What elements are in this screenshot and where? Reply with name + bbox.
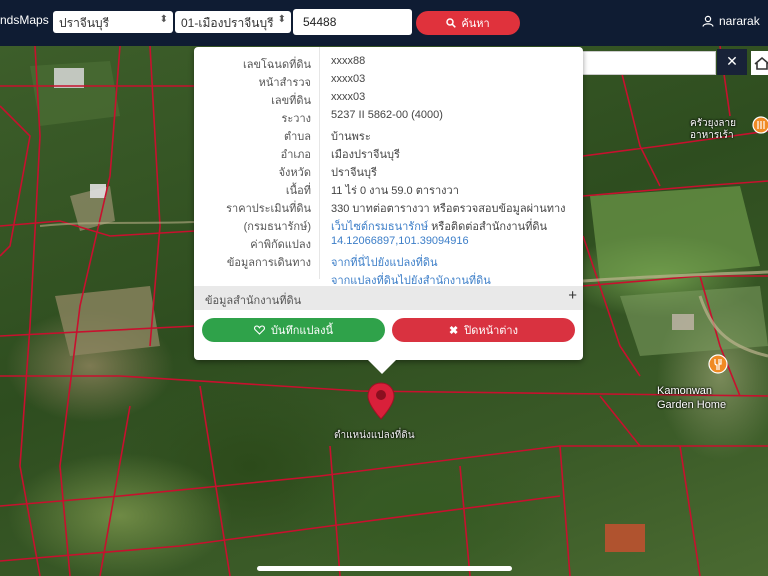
home-button[interactable] <box>751 51 768 75</box>
top-navbar: ndsMaps ปราจีนบุรี ⬍ 01-เมืองปราจีนบุรี … <box>0 0 768 46</box>
info-row-appraisal: ราคาประเมินที่ดิน 330 บาทต่อตารางวา หรือ… <box>194 197 583 215</box>
land-office-section-label: ข้อมูลสำนักงานที่ดิน <box>205 295 302 307</box>
parcel-info-popup: เลขโฉนดที่ดิน xxxx88 หน้าสำรวจ xxxx03 เล… <box>194 47 583 374</box>
user-name: nararak <box>719 14 760 28</box>
close-icon: ✕ <box>726 54 738 70</box>
info-row-survey-page: หน้าสำรวจ xxxx03 <box>194 71 583 89</box>
search-icon <box>446 18 457 28</box>
user-icon <box>702 15 714 27</box>
land-office-section-toggle[interactable]: ข้อมูลสำนักงานที่ดิน + <box>194 286 583 310</box>
info-row-land-number: เลขที่ดิน xxxx03 <box>194 89 583 107</box>
info-row-area: เนื้อที่ 11 ไร่ 0 งาน 59.0 ตารางวา <box>194 179 583 197</box>
info-row-travel: ข้อมูลการเดินทาง จากที่นี่ไปยังแปลงที่ดิ… <box>194 251 583 269</box>
parcel-number-input[interactable] <box>293 9 412 35</box>
user-menu[interactable]: nararak <box>702 14 760 28</box>
restaurant-icon[interactable] <box>752 116 768 138</box>
info-row-province: จังหวัด ปราจีนบุรี <box>194 161 583 179</box>
save-parcel-label: บันทึกแปลงนี้ <box>270 325 334 337</box>
parcel-info-table: เลขโฉนดที่ดิน xxxx88 หน้าสำรวจ xxxx03 เล… <box>194 53 583 287</box>
search-button[interactable]: ค้นหา <box>416 11 520 35</box>
info-value: xxxx03 <box>331 91 366 103</box>
coordinates-link[interactable]: 14.12066897,101.39094916 <box>331 235 469 247</box>
map-label-line: ครัวยุงลาย <box>690 118 737 129</box>
save-parcel-button[interactable]: บันทึกแปลงนี้ <box>202 318 385 342</box>
chevron-icon: ⬍ <box>277 14 286 25</box>
treasury-website-link[interactable]: เว็บไซต์กรมธนารักษ์ <box>331 221 428 233</box>
map-label-kamonwan[interactable]: Kamonwan Garden Home <box>657 384 726 412</box>
search-button-label: ค้นหา <box>461 18 490 30</box>
map-pin-icon[interactable] <box>366 381 396 421</box>
chevron-icon: ⬍ <box>159 14 168 25</box>
map-label-line: Garden Home <box>657 399 727 411</box>
info-value-suffix: หรือติดต่อสำนักงานที่ดิน <box>428 221 548 233</box>
close-window-label: ปิดหน้าต่าง <box>464 325 518 337</box>
map-label-line: อาหารเร้า <box>690 130 734 141</box>
map-label-line: Kamonwan <box>657 385 713 397</box>
close-window-button[interactable]: ✖ ปิดหน้าต่าง <box>392 318 575 342</box>
map-label-restaurant[interactable]: ครัวยุงลาย อาหารเร้า <box>690 118 736 142</box>
place-search-close-button[interactable]: ✕ <box>717 49 747 75</box>
restaurant-icon[interactable] <box>708 354 728 376</box>
info-row-travel-office: จากแปลงที่ดินไปยังสำนักงานที่ดิน <box>194 269 583 287</box>
plus-icon: + <box>568 287 577 304</box>
info-value: xxxx03 <box>331 73 366 85</box>
app-brand[interactable]: ndsMaps <box>0 13 49 27</box>
home-icon <box>754 56 768 70</box>
info-value: xxxx88 <box>331 55 366 67</box>
info-row-coordinates: ค่าพิกัดแปลง 14.12066897,101.39094916 <box>194 233 583 251</box>
x-icon: ✖ <box>449 324 459 337</box>
province-select-value: ปราจีนบุรี <box>59 16 110 30</box>
info-row-deed: เลขโฉนดที่ดิน xxxx88 <box>194 53 583 71</box>
heart-icon <box>253 325 265 335</box>
info-row-treasury: (กรมธนารักษ์) เว็บไซต์กรมธนารักษ์ หรือติ… <box>194 215 583 233</box>
map-label-parcel: ตำแหน่งแปลงที่ดิน <box>334 430 415 441</box>
info-row-district: อำเภอ เมืองปราจีนบุรี <box>194 143 583 161</box>
district-select-value: 01-เมืองปราจีนบุรี <box>181 16 274 30</box>
province-select[interactable]: ปราจีนบุรี ⬍ <box>53 11 173 33</box>
info-row-subdistrict: ตำบล บ้านพระ <box>194 125 583 143</box>
home-indicator-bar <box>257 566 512 571</box>
district-select[interactable]: 01-เมืองปราจีนบุรี ⬍ <box>175 11 291 33</box>
info-row-sheet: ระวาง 5237 II 5862-00 (4000) <box>194 107 583 125</box>
info-value: 5237 II 5862-00 (4000) <box>331 109 443 121</box>
